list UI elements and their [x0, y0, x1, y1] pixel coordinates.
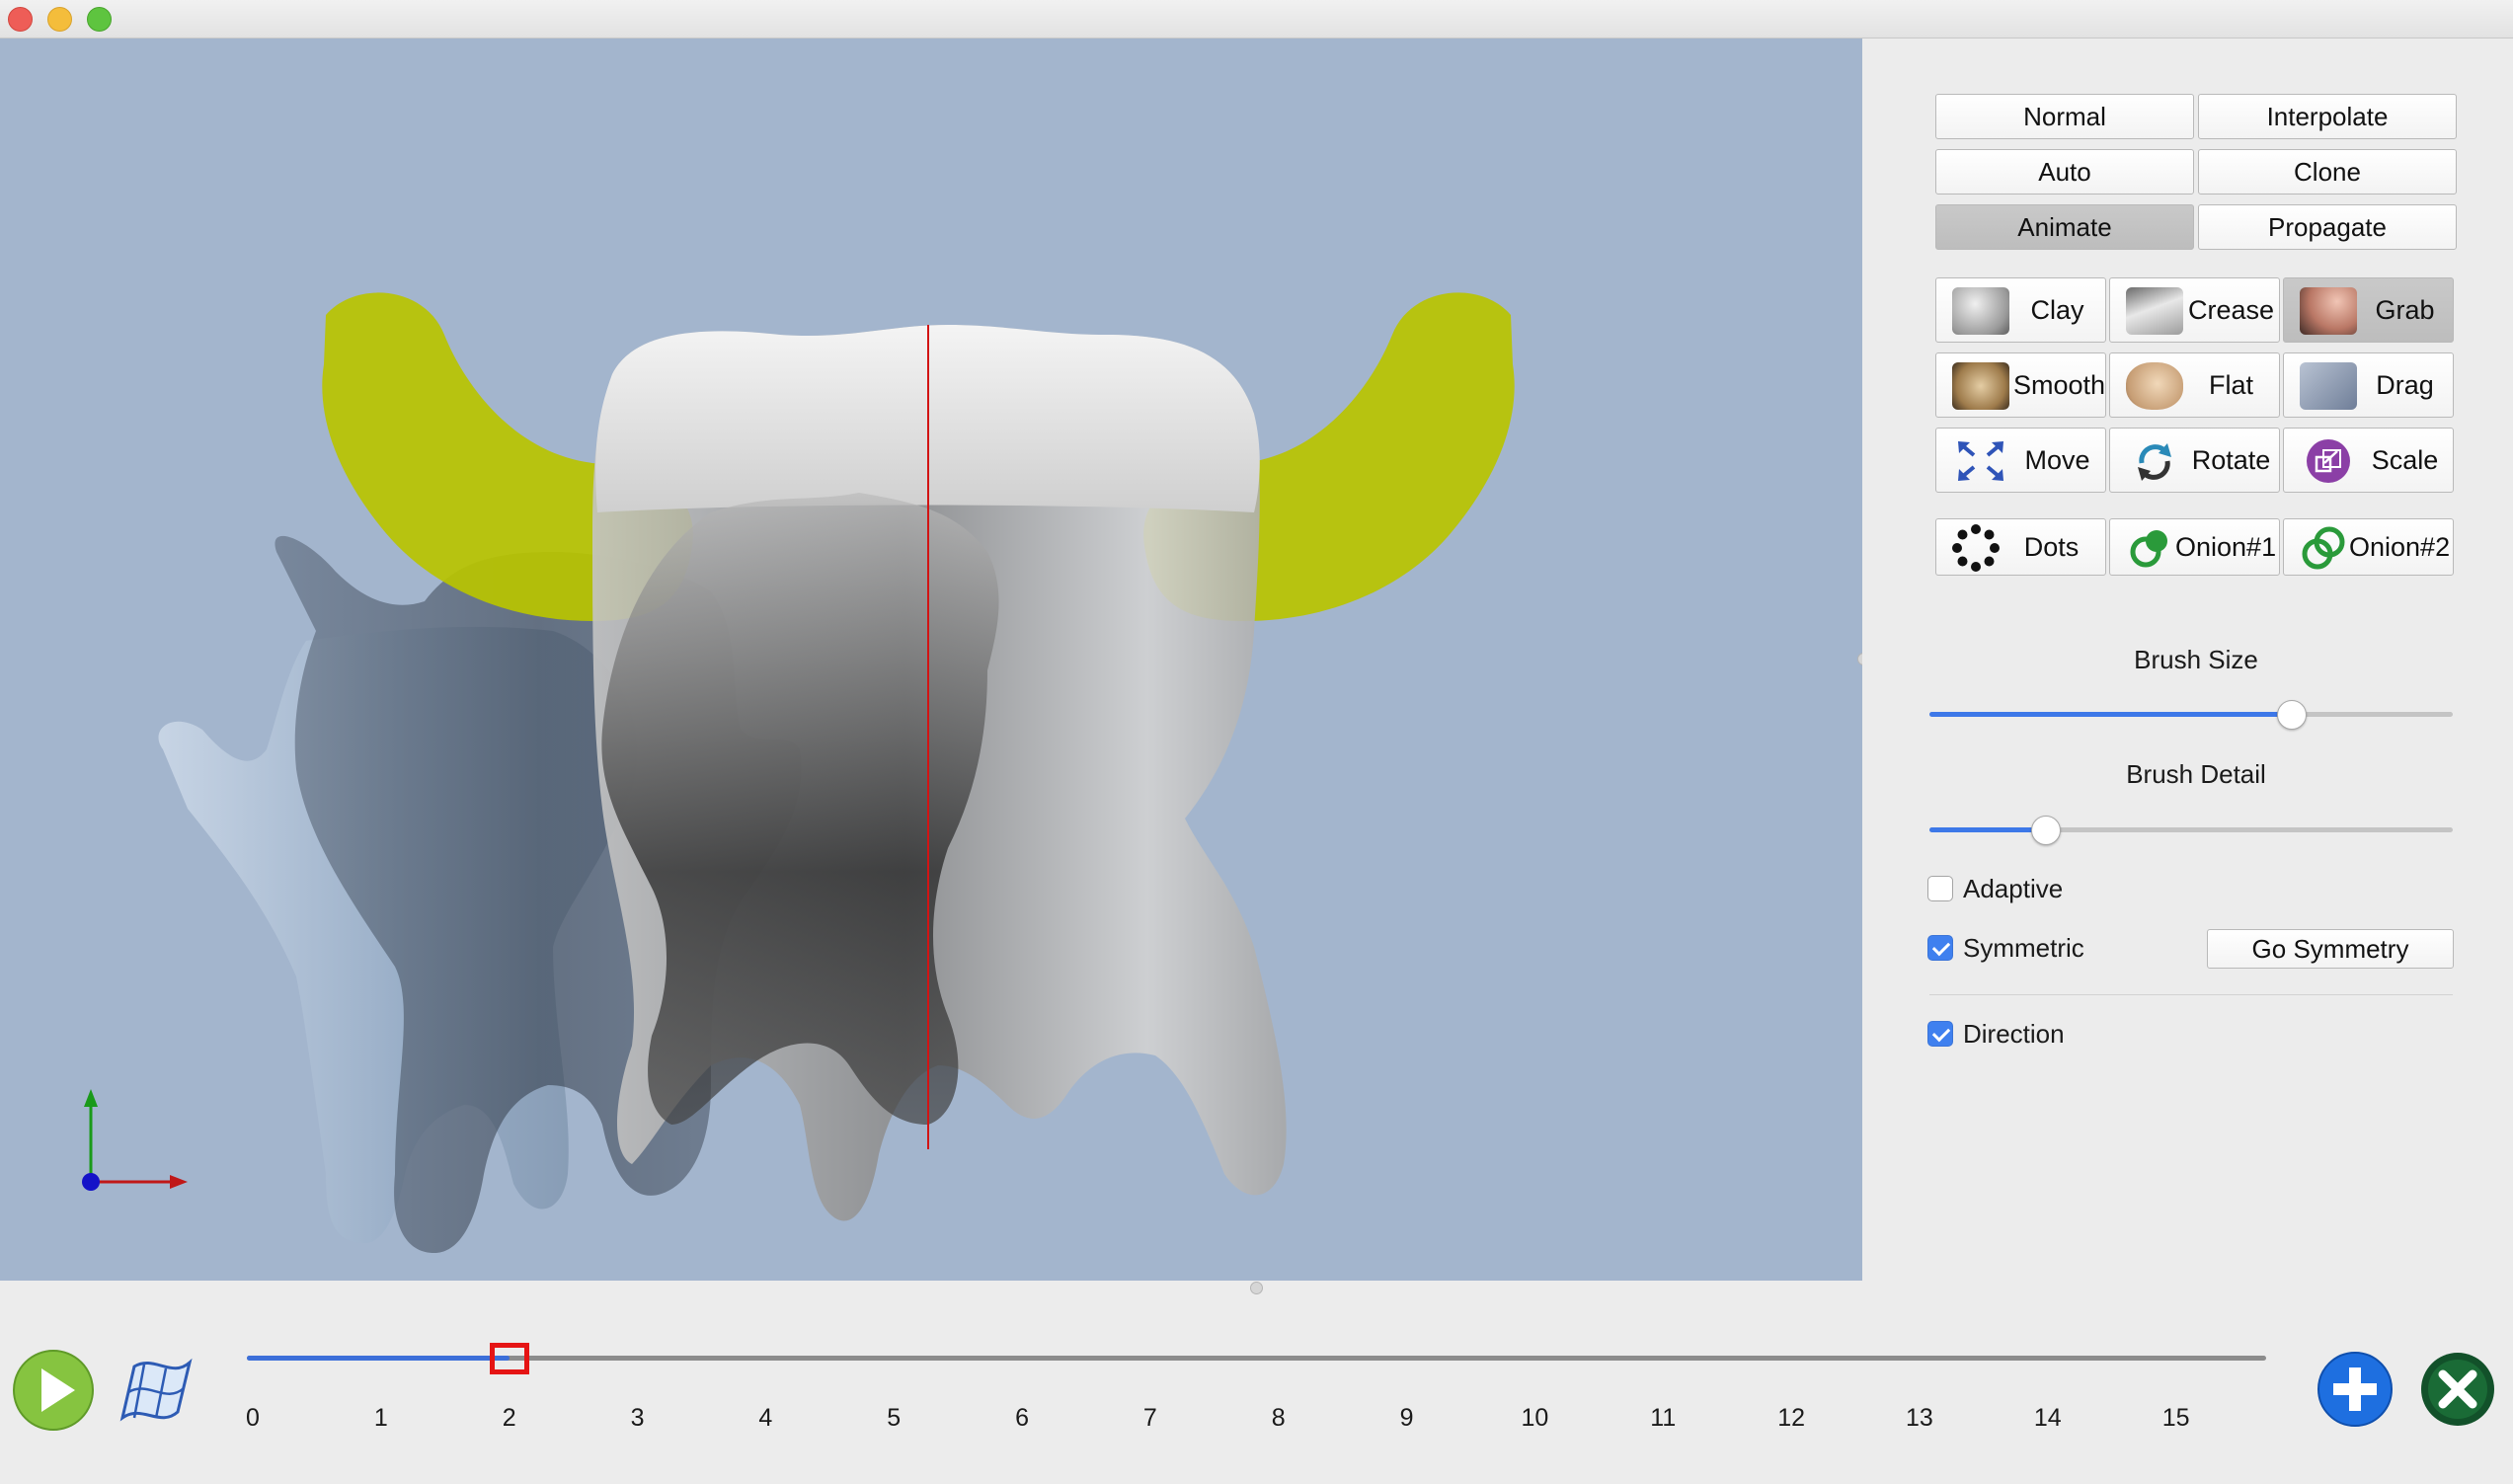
view-label: Dots	[2023, 532, 2080, 562]
frame-tick-label: 8	[1271, 1404, 1286, 1432]
tool-label: Scale	[2371, 445, 2439, 475]
brush-detail-knob[interactable]	[2030, 816, 2061, 845]
brush-detail-label: Brush Detail	[2126, 759, 2266, 789]
frame-tick-label: 6	[1015, 1404, 1029, 1432]
frame-tick-label: 15	[2161, 1404, 2190, 1432]
frame-tick-label: 1	[373, 1404, 388, 1432]
brush-size-label: Brush Size	[2134, 645, 2258, 674]
timeline-bar: 0 1 2 3 4 5 6 7 8 9 10 11 12 13 14 15	[0, 1282, 2513, 1484]
tool-label: Grab	[2375, 295, 2435, 325]
view-button-onion-one[interactable]: Onion#1	[2109, 518, 2280, 576]
view-label: Onion#1	[2175, 532, 2277, 562]
tool-button-rotate[interactable]: Rotate	[2109, 428, 2280, 493]
mode-button-normal[interactable]: Normal	[1935, 94, 2194, 139]
adaptive-label: Adaptive	[1963, 874, 2064, 903]
title-bar	[0, 0, 2513, 39]
frame-slider-track[interactable]	[247, 1356, 2266, 1361]
minimize-window-button[interactable]	[47, 7, 72, 32]
tool-label: Clay	[2030, 295, 2084, 325]
zoom-window-button[interactable]	[87, 7, 112, 32]
frame-tick-label: 9	[1399, 1404, 1414, 1432]
direction-label: Direction	[1963, 1019, 2065, 1049]
tool-panel: Normal Interpolate Auto Clone Animate Pr…	[1862, 39, 2513, 1281]
dots-icon	[1952, 524, 2000, 572]
curve-editor-icon[interactable]	[115, 1349, 197, 1432]
brush-size-slider[interactable]	[1929, 700, 2453, 730]
frame-tick-label: 3	[630, 1404, 645, 1432]
frame-tick-label: 5	[887, 1404, 902, 1432]
frame-tick-label: 7	[1142, 1404, 1157, 1432]
frame-tick-label: 10	[1521, 1404, 1549, 1432]
tool-label: Rotate	[2191, 445, 2271, 475]
tool-button-drag[interactable]: Drag	[2283, 352, 2454, 418]
smooth-brush-icon	[1952, 362, 2009, 410]
grab-brush-icon	[2300, 287, 2357, 335]
scene-render	[82, 292, 1515, 1253]
scale-icon	[2307, 439, 2350, 483]
tool-label: Flat	[2208, 370, 2253, 400]
frame-tick-label: 2	[502, 1404, 516, 1432]
frame-tick-label: 0	[246, 1404, 260, 1432]
tool-label: Crease	[2187, 295, 2275, 325]
frame-tick-label: 13	[1906, 1404, 1933, 1432]
panel-divider	[1929, 994, 2453, 995]
frame-slider-handle[interactable]	[489, 1343, 529, 1374]
drag-brush-icon	[2300, 362, 2357, 410]
frame-tick-label: 14	[2033, 1404, 2062, 1432]
onion-one-icon	[2130, 530, 2167, 568]
adaptive-checkbox[interactable]	[1927, 876, 1953, 901]
mode-button-clone[interactable]: Clone	[2198, 149, 2457, 195]
view-label: Onion#2	[2349, 532, 2451, 562]
tool-button-move[interactable]: Move	[1935, 428, 2106, 493]
3d-viewport[interactable]	[0, 39, 1862, 1281]
direction-checkbox[interactable]	[1927, 1021, 1953, 1047]
current-mesh-shadow	[601, 493, 999, 1125]
play-icon[interactable]	[12, 1349, 95, 1432]
brush-detail-slider[interactable]	[1929, 816, 2453, 845]
mode-button-animate[interactable]: Animate	[1935, 204, 2194, 250]
tool-button-smooth[interactable]: Smooth	[1935, 352, 2106, 418]
add-keyframe-icon[interactable]	[2317, 1351, 2394, 1428]
frame-tick-label: 11	[1650, 1404, 1677, 1432]
tool-button-scale[interactable]: Scale	[2283, 428, 2454, 493]
tool-button-clay[interactable]: Clay	[1935, 277, 2106, 343]
crease-brush-icon	[2126, 287, 2183, 335]
delete-keyframe-icon[interactable]	[2419, 1351, 2496, 1428]
brush-size-knob[interactable]	[2276, 700, 2307, 730]
symmetric-checkbox[interactable]	[1927, 935, 1953, 961]
frame-tick-label: 12	[1777, 1404, 1805, 1432]
brush-size-fill	[1929, 712, 2291, 717]
tool-button-crease[interactable]: Crease	[2109, 277, 2280, 343]
symmetric-label: Symmetric	[1963, 933, 2084, 963]
tool-label: Drag	[2376, 370, 2434, 400]
mode-button-auto[interactable]: Auto	[1935, 149, 2194, 195]
close-window-button[interactable]	[8, 7, 33, 32]
view-button-dots[interactable]: Dots	[1935, 518, 2106, 576]
onion-two-icon	[2302, 526, 2345, 570]
flat-brush-icon	[2126, 362, 2183, 410]
tool-button-grab[interactable]: Grab	[2283, 277, 2454, 343]
move-icon	[1958, 441, 2003, 481]
mode-button-propagate[interactable]: Propagate	[2198, 204, 2457, 250]
tool-button-flat[interactable]: Flat	[2109, 352, 2280, 418]
go-symmetry-button[interactable]: Go Symmetry	[2207, 929, 2454, 969]
axis-gizmo	[82, 1089, 188, 1191]
frame-slider-fill	[247, 1356, 510, 1361]
frame-tick-label: 4	[758, 1404, 773, 1432]
rotate-icon	[2138, 443, 2171, 481]
tool-label: Smooth	[2013, 370, 2106, 400]
clay-brush-icon	[1952, 287, 2009, 335]
tool-label: Move	[2024, 445, 2090, 475]
mode-button-interpolate[interactable]: Interpolate	[2198, 94, 2457, 139]
view-button-onion-two[interactable]: Onion#2	[2283, 518, 2454, 576]
brush-detail-fill	[1929, 827, 2045, 832]
timeline-splitter-handle[interactable]	[1250, 1282, 1263, 1294]
